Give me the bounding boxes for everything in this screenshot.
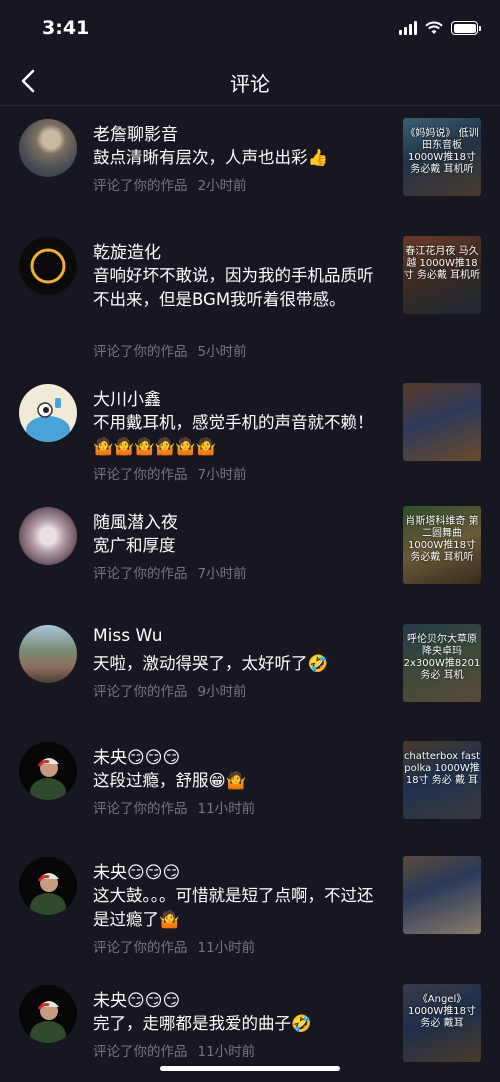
nav-bar: 评论 xyxy=(0,58,500,106)
avatar[interactable] xyxy=(19,384,77,442)
video-thumbnail[interactable]: 呼伦贝尔大草原 降央卓玛 2x300W推8201 务必 耳机 xyxy=(403,624,481,702)
status-bar: 3:41 xyxy=(0,0,500,58)
person-avatar-icon xyxy=(30,1001,66,1043)
comment-text: 不用戴耳机，感觉手机的声音就不赖！🤷🤷🤷🤷🤷🤷 xyxy=(93,413,374,456)
thumbnail-caption: 呼伦贝尔大草原 降央卓玛 2x300W推8201 务必 耳机 xyxy=(403,634,481,681)
comment-meta: 评论了你的作品 11小时前 xyxy=(93,797,255,817)
action-text: 评论了你的作品 xyxy=(93,566,188,582)
cartoon-avatar-icon xyxy=(26,398,70,442)
timestamp: 7小时前 xyxy=(197,566,247,582)
comment-meta: 评论了你的作品 11小时前 xyxy=(93,1040,255,1060)
battery-icon xyxy=(451,21,481,35)
avatar[interactable] xyxy=(19,237,77,295)
comment-text: 完了，走哪都是我爱的曲子🤣 xyxy=(93,1014,312,1033)
action-text: 评论了你的作品 xyxy=(93,1044,188,1060)
action-text: 评论了你的作品 xyxy=(93,684,188,700)
thumbnail-caption: chatterbox fast polka 1000W推18寸 务必 戴 耳 xyxy=(403,751,481,786)
user-name[interactable]: Miss Wu xyxy=(93,626,163,646)
action-text: 评论了你的作品 xyxy=(93,178,188,194)
ring-icon xyxy=(30,248,66,284)
comment-meta: 评论了你的作品 7小时前 xyxy=(93,562,247,582)
action-text: 评论了你的作品 xyxy=(93,940,188,956)
page-title: 评论 xyxy=(230,72,270,96)
action-text: 评论了你的作品 xyxy=(93,344,188,360)
timestamp: 11小时前 xyxy=(197,1044,256,1060)
comment-text: 宽广和厚度 xyxy=(93,536,176,555)
user-name[interactable]: 大川小鑫 xyxy=(93,385,161,410)
person-avatar-icon xyxy=(30,758,66,800)
video-thumbnail[interactable]: 《妈妈说》 低训田东音板 1000W推18寸 务必戴 耳机听 xyxy=(403,118,481,196)
thumbnail-caption: 肖斯塔科维奇 第二圆舞曲 1000W推18寸 务必戴 耳机听 xyxy=(405,516,479,563)
timestamp: 5小时前 xyxy=(197,344,247,360)
comment-text: 这段过瘾，舒服😁🤷 xyxy=(93,771,247,790)
timestamp: 2小时前 xyxy=(197,178,247,194)
comment-meta: 评论了你的作品 11小时前 xyxy=(93,936,255,956)
comment-meta: 评论了你的作品 9小时前 xyxy=(93,680,247,700)
action-text: 评论了你的作品 xyxy=(93,801,188,817)
wifi-icon xyxy=(425,21,443,34)
action-text: 评论了你的作品 xyxy=(93,467,188,483)
thumbnail-caption: 《Angel》 1000W推18寸 务必 戴耳 xyxy=(407,994,477,1029)
home-indicator[interactable] xyxy=(160,1066,340,1071)
user-name[interactable]: 老詹聊影音 xyxy=(93,120,178,145)
video-thumbnail[interactable]: 春江花月夜 马久越 1000W推18寸 务必戴 耳机听 xyxy=(403,236,481,314)
video-thumbnail[interactable] xyxy=(403,383,481,461)
video-thumbnail[interactable] xyxy=(403,856,481,934)
status-time: 3:41 xyxy=(42,17,90,39)
user-name[interactable]: 未央😏😏😏 xyxy=(93,858,180,883)
avatar[interactable] xyxy=(19,985,77,1043)
avatar[interactable] xyxy=(19,625,77,683)
video-thumbnail[interactable]: 肖斯塔科维奇 第二圆舞曲 1000W推18寸 务必戴 耳机听 xyxy=(403,506,481,584)
timestamp: 11小时前 xyxy=(197,801,256,817)
thumbnail-caption: 《妈妈说》 低训田东音板 1000W推18寸 务必戴 耳机听 xyxy=(405,128,479,175)
timestamp: 11小时前 xyxy=(197,940,256,956)
comment-text: 鼓点清晰有层次，人声也出彩👍 xyxy=(93,148,329,167)
comment-meta: 评论了你的作品 2小时前 xyxy=(93,174,247,194)
user-name[interactable]: 未央😏😏😏 xyxy=(93,986,180,1011)
comment-text: 天啦，激动得哭了，太好听了🤣 xyxy=(93,654,329,673)
avatar[interactable] xyxy=(19,857,77,915)
avatar[interactable] xyxy=(19,507,77,565)
video-thumbnail[interactable]: chatterbox fast polka 1000W推18寸 务必 戴 耳 xyxy=(403,741,481,819)
timestamp: 7小时前 xyxy=(197,467,247,483)
avatar[interactable] xyxy=(19,119,77,177)
thumbnail-caption: 春江花月夜 马久越 1000W推18寸 务必戴 耳机听 xyxy=(403,246,481,281)
signal-icon xyxy=(399,21,417,35)
video-thumbnail[interactable]: 《Angel》 1000W推18寸 务必 戴耳 xyxy=(403,984,481,1062)
user-name[interactable]: 随風潜入夜 xyxy=(93,508,178,533)
comment-text: 这大鼓。。。可惜就是短了点啊，不过还是过瘾了🤷 xyxy=(93,886,374,929)
avatar[interactable] xyxy=(19,742,77,800)
comment-text: 音响好坏不敢说，因为我的手机品质听不出来，但是BGM我听着很带感。 xyxy=(93,266,374,309)
user-name[interactable]: 乾旋造化 xyxy=(93,238,161,263)
comment-meta: 评论了你的作品 5小时前 xyxy=(93,340,247,360)
status-icons xyxy=(399,21,481,35)
user-name[interactable]: 未央😏😏😏 xyxy=(93,743,180,768)
comment-meta: 评论了你的作品 7小时前 xyxy=(93,463,247,483)
timestamp: 9小时前 xyxy=(197,684,247,700)
person-avatar-icon xyxy=(30,873,66,915)
